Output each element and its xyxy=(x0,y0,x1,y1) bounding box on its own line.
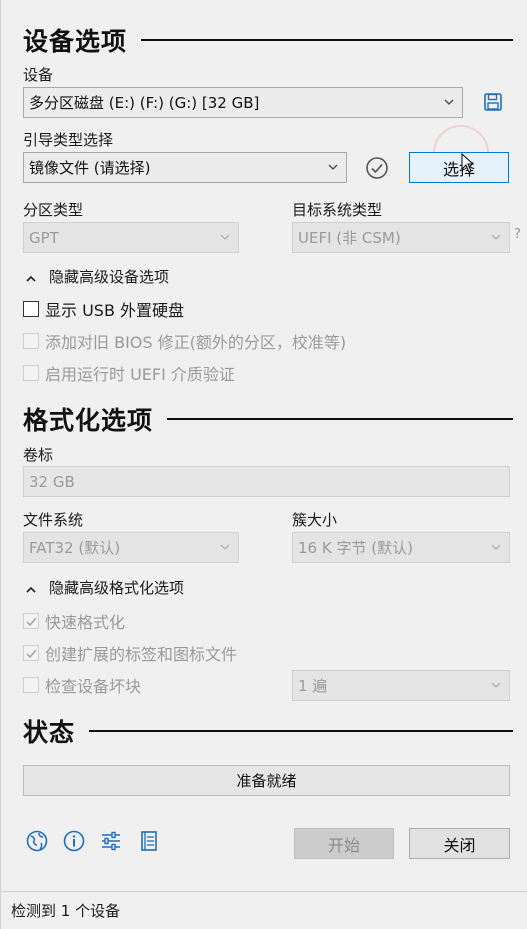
select-image-button[interactable]: 选择 xyxy=(409,152,509,183)
check-circle-icon[interactable] xyxy=(364,155,390,181)
uefi-validation-checkbox[interactable]: 启用运行时 UEFI 介质验证 xyxy=(23,361,235,385)
section-divider xyxy=(141,39,513,41)
checkbox-box xyxy=(23,301,39,317)
boot-selection-value: 镜像文件 (请选择) xyxy=(29,159,151,177)
section-divider xyxy=(167,418,513,420)
status-bar-text: 检测到 1 个设备 xyxy=(11,902,121,920)
device-select-value: 多分区磁盘 (E:) (F:) (G:) [32 GB] xyxy=(29,94,260,112)
checkbox-label: 创建扩展的标签和图标文件 xyxy=(45,645,238,664)
partition-scheme-value: GPT xyxy=(29,228,59,247)
save-icon[interactable] xyxy=(481,90,505,114)
file-system-label: 文件系统 xyxy=(23,511,84,529)
show-usb-hdd-checkbox[interactable]: 显示 USB 外置硬盘 xyxy=(23,297,184,321)
chevron-down-icon xyxy=(220,232,230,241)
chevron-up-icon xyxy=(25,582,37,594)
boot-selection-label: 引导类型选择 xyxy=(23,131,114,149)
boot-selection-select[interactable]: 镜像文件 (请选择) xyxy=(23,152,347,183)
close-button[interactable]: 关闭 xyxy=(409,828,510,859)
advanced-device-toggle-label: 隐藏高级设备选项 xyxy=(49,268,170,286)
chevron-down-icon xyxy=(444,97,454,106)
cluster-size-label: 簇大小 xyxy=(292,511,338,529)
cluster-size-value: 16 K 字节 (默认) xyxy=(298,539,413,557)
quick-format-checkbox[interactable]: 快速格式化 xyxy=(23,609,125,633)
status-bar: 检测到 1 个设备 xyxy=(1,891,527,929)
format-options-header: 格式化选项 xyxy=(23,401,513,437)
device-options-header: 设备选项 xyxy=(23,22,513,58)
target-help-icon[interactable]: ? xyxy=(514,227,521,242)
target-system-value: UEFI (非 CSM) xyxy=(298,229,401,247)
chevron-down-icon xyxy=(491,680,501,689)
log-icon[interactable] xyxy=(137,829,161,853)
advanced-format-toggle[interactable]: 隐藏高级格式化选项 xyxy=(25,577,184,598)
checkbox-label: 添加对旧 BIOS 修正(额外的分区，校准等) xyxy=(45,333,347,352)
checkbox-label: 启用运行时 UEFI 介质验证 xyxy=(45,365,235,384)
checkmark-icon xyxy=(26,649,37,659)
settings-sliders-icon[interactable] xyxy=(99,829,123,853)
bios-fixes-checkbox[interactable]: 添加对旧 BIOS 修正(额外的分区，校准等) xyxy=(23,329,346,353)
passes-value: 1 遍 xyxy=(298,677,328,695)
checkbox-box xyxy=(23,677,39,693)
chevron-down-icon xyxy=(220,542,230,551)
checkbox-box xyxy=(23,645,39,661)
chevron-down-icon xyxy=(491,232,501,241)
checkbox-box xyxy=(23,613,39,629)
volume-label-label: 卷标 xyxy=(23,446,54,464)
checkbox-box xyxy=(23,333,39,349)
file-system-value: FAT32 (默认) xyxy=(29,539,121,557)
checkmark-icon xyxy=(26,617,37,627)
chevron-down-icon xyxy=(328,162,338,171)
target-system-select[interactable]: UEFI (非 CSM) xyxy=(292,222,510,253)
globe-icon[interactable] xyxy=(25,829,49,853)
checkbox-label: 快速格式化 xyxy=(45,613,126,632)
device-select[interactable]: 多分区磁盘 (E:) (F:) (G:) [32 GB] xyxy=(23,87,463,118)
device-label: 设备 xyxy=(23,66,54,84)
format-options-title: 格式化选项 xyxy=(23,406,154,435)
extended-label-checkbox[interactable]: 创建扩展的标签和图标文件 xyxy=(23,641,237,665)
passes-select[interactable]: 1 遍 xyxy=(292,670,510,701)
start-button[interactable]: 开始 xyxy=(294,828,394,859)
volume-label-input[interactable]: 32 GB xyxy=(23,466,510,497)
advanced-format-toggle-label: 隐藏高级格式化选项 xyxy=(49,579,185,597)
status-progress-bar: 准备就绪 xyxy=(23,765,510,796)
checkbox-label: 检查设备坏块 xyxy=(45,677,142,696)
advanced-device-toggle[interactable]: 隐藏高级设备选项 xyxy=(25,266,169,287)
info-icon[interactable] xyxy=(62,829,86,853)
target-system-label: 目标系统类型 xyxy=(292,201,383,219)
chevron-up-icon xyxy=(25,271,37,283)
status-header: 状态 xyxy=(23,713,513,749)
device-options-title: 设备选项 xyxy=(23,27,128,56)
section-divider xyxy=(89,730,513,732)
checkbox-label: 显示 USB 外置硬盘 xyxy=(45,301,185,320)
chevron-down-icon xyxy=(491,542,501,551)
cluster-size-select[interactable]: 16 K 字节 (默认) xyxy=(292,532,510,563)
rufus-window: 设备选项 设备 多分区磁盘 (E:) (F:) (G:) [32 GB] 引导类… xyxy=(0,0,527,929)
bad-blocks-checkbox[interactable]: 检查设备坏块 xyxy=(23,673,141,697)
partition-scheme-label: 分区类型 xyxy=(23,201,84,219)
checkbox-box xyxy=(23,365,39,381)
file-system-select[interactable]: FAT32 (默认) xyxy=(23,532,239,563)
status-title: 状态 xyxy=(23,718,76,747)
partition-scheme-select[interactable]: GPT xyxy=(23,222,239,253)
mouse-cursor-icon xyxy=(461,152,475,177)
